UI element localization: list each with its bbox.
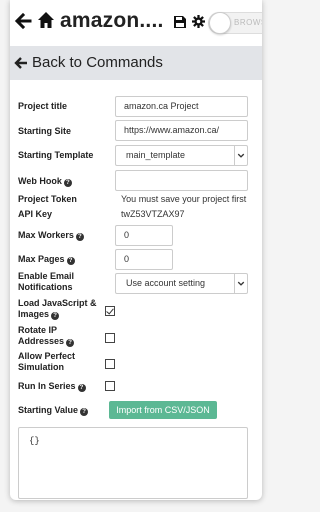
back-to-commands-button[interactable]: Back to Commands [10, 46, 262, 80]
api-key-value: twZ53VTZAX97 [121, 209, 185, 219]
home-icon[interactable] [37, 11, 55, 29]
help-icon[interactable]: ? [66, 339, 75, 347]
top-bar: amazon.... BROWSE [10, 0, 262, 46]
load-javascript-checkbox[interactable] [105, 306, 115, 316]
load-javascript-label: Load JavaScript & Images? [18, 298, 97, 320]
perfect-simulation-label: Allow Perfect Simulation [18, 351, 75, 373]
help-icon[interactable]: ? [75, 233, 84, 241]
chevron-down-icon [234, 146, 245, 165]
save-icon[interactable] [174, 16, 186, 28]
email-notifications-label-line2: Notifications [18, 282, 73, 292]
starting-template-value: main_template [126, 150, 186, 160]
help-icon[interactable]: ? [51, 312, 60, 320]
import-csv-json-button[interactable]: Import from CSV/JSON [109, 401, 217, 419]
project-token-value: You must save your project first [121, 194, 247, 204]
load-javascript-label-line2: Images [18, 309, 50, 319]
email-notifications-select[interactable]: Use account setting [115, 273, 248, 294]
help-icon[interactable]: ? [77, 384, 86, 392]
starting-value-textarea[interactable]: {} [18, 427, 248, 499]
max-workers-label: Max Workers? [18, 230, 84, 241]
project-title-label: Project title [18, 101, 68, 111]
starting-value-label: Starting Value? [18, 405, 89, 416]
project-name-title: amazon.... [60, 9, 164, 32]
starting-template-select[interactable]: main_template [115, 145, 248, 166]
max-pages-label: Max Pages? [18, 254, 75, 265]
perfect-simulation-label-line2: Simulation [18, 362, 65, 372]
browse-toggle[interactable]: BROWSE [208, 12, 262, 34]
email-notifications-label-line1: Enable Email [18, 271, 75, 281]
project-settings-panel: amazon.... BROWSE Back to Commands [10, 0, 262, 500]
max-workers-input[interactable]: 0 [115, 225, 173, 246]
chevron-down-icon [234, 274, 245, 293]
back-arrow-icon [14, 57, 27, 69]
rotate-ip-label-line2: Addresses [18, 336, 65, 346]
run-in-series-label-text: Run In Series [18, 381, 76, 391]
back-arrow-icon[interactable] [14, 12, 32, 30]
max-workers-label-text: Max Workers [18, 230, 74, 240]
starting-site-label: Starting Site [18, 126, 72, 136]
perfect-simulation-checkbox[interactable] [105, 359, 115, 369]
starting-site-input[interactable]: https://www.amazon.ca/ [115, 120, 248, 141]
email-notifications-value: Use account setting [126, 278, 206, 288]
toggle-knob [209, 12, 231, 34]
rotate-ip-checkbox[interactable] [105, 333, 115, 343]
load-javascript-label-line1: Load JavaScript & [18, 298, 97, 308]
help-icon[interactable]: ? [66, 257, 75, 265]
web-hook-label-text: Web Hook [18, 176, 62, 186]
web-hook-input[interactable] [115, 170, 248, 191]
project-title-input[interactable]: amazon.ca Project [115, 96, 248, 117]
web-hook-label: Web Hook? [18, 176, 72, 187]
toggle-label: BROWSE [234, 18, 262, 27]
max-pages-label-text: Max Pages [18, 254, 65, 264]
max-pages-input[interactable]: 0 [115, 249, 173, 270]
starting-value-label-text: Starting Value [18, 405, 79, 415]
back-to-commands-label: Back to Commands [32, 54, 163, 71]
project-token-label: Project Token [18, 194, 77, 204]
email-notifications-label: Enable Email Notifications [18, 271, 74, 293]
gear-icon[interactable] [192, 15, 205, 28]
perfect-simulation-label-line1: Allow Perfect [18, 351, 76, 361]
starting-template-label: Starting Template [18, 150, 94, 160]
rotate-ip-label: Rotate IP Addresses? [18, 325, 75, 347]
run-in-series-checkbox[interactable] [105, 381, 115, 391]
help-icon[interactable]: ? [63, 179, 72, 187]
help-icon[interactable]: ? [80, 408, 89, 416]
rotate-ip-label-line1: Rotate IP [18, 325, 58, 335]
api-key-label: API Key [18, 209, 53, 219]
run-in-series-label: Run In Series? [18, 381, 86, 392]
